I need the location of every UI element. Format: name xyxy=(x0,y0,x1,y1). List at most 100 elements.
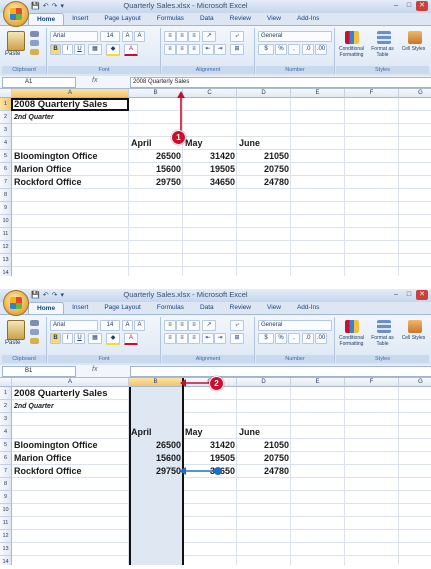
tab-data[interactable]: Data xyxy=(192,13,222,25)
value-cell-1-1[interactable]: 19505 xyxy=(183,452,235,465)
orientation-icon[interactable]: ↗ xyxy=(202,320,216,331)
value-cell-0-2[interactable]: 21050 xyxy=(237,150,289,163)
tab-view[interactable]: View xyxy=(259,302,289,314)
formula-input[interactable]: 2008 Quarterly Sales xyxy=(130,77,431,88)
value-cell-1-2[interactable]: 20750 xyxy=(237,163,289,176)
grow-font-icon[interactable]: A xyxy=(122,320,133,331)
column-header-f[interactable]: F xyxy=(345,378,399,387)
conditional-formatting-icon[interactable] xyxy=(345,31,359,44)
value-cell-0-0[interactable]: 26500 xyxy=(129,439,181,452)
row-header-6[interactable]: 6 xyxy=(0,452,12,465)
orientation-icon[interactable]: ↗ xyxy=(202,31,216,42)
column-header-a[interactable]: A xyxy=(12,378,129,387)
font-color-icon[interactable]: A xyxy=(124,333,138,345)
number-format-dropdown[interactable]: General xyxy=(258,31,332,42)
format-painter-icon[interactable] xyxy=(30,338,39,344)
paste-icon[interactable] xyxy=(7,31,25,51)
row-header-1[interactable]: 1 xyxy=(0,387,12,400)
align-left-icon[interactable]: ≡ xyxy=(164,333,176,344)
tab-review[interactable]: Review xyxy=(222,302,259,314)
row-header-8[interactable]: 8 xyxy=(0,189,12,202)
tab-home[interactable]: Home xyxy=(28,302,65,314)
name-box[interactable]: B1 xyxy=(2,366,76,377)
row-header-7[interactable]: 7 xyxy=(0,465,12,478)
tab-home[interactable]: Home xyxy=(28,13,65,25)
merge-center-icon[interactable]: ⊞ xyxy=(230,333,244,344)
align-bottom-icon[interactable]: ≡ xyxy=(188,31,200,42)
tab-review[interactable]: Review xyxy=(222,13,259,25)
increase-decimal-icon[interactable]: .0 xyxy=(302,333,314,344)
tab-page-layout[interactable]: Page Layout xyxy=(96,302,149,314)
align-right-icon[interactable]: ≡ xyxy=(188,44,200,55)
row-header-6[interactable]: 6 xyxy=(0,163,12,176)
value-cell-1-0[interactable]: 15600 xyxy=(129,163,181,176)
value-cell-0-0[interactable]: 26500 xyxy=(129,150,181,163)
comma-icon[interactable]: , xyxy=(288,44,300,55)
cell-styles-button[interactable]: Cell Styles xyxy=(398,335,429,341)
close-button[interactable]: ✕ xyxy=(416,1,428,11)
row-header-4[interactable]: 4 xyxy=(0,137,12,150)
month-header-2[interactable]: June xyxy=(239,426,260,439)
month-header-0[interactable]: April xyxy=(131,426,152,439)
shrink-font-icon[interactable]: A xyxy=(134,31,145,42)
office-button[interactable] xyxy=(3,290,29,316)
merge-center-icon[interactable]: ⊞ xyxy=(230,44,244,55)
bold-icon[interactable]: B xyxy=(50,44,61,55)
font-size-dropdown[interactable]: 14 xyxy=(100,320,120,331)
row-header-13[interactable]: 13 xyxy=(0,543,12,556)
column-header-b[interactable]: B xyxy=(129,378,183,387)
row-header-11[interactable]: 11 xyxy=(0,517,12,530)
decrease-indent-icon[interactable]: ⇤ xyxy=(202,44,214,55)
align-right-icon[interactable]: ≡ xyxy=(188,333,200,344)
row-header-4[interactable]: 4 xyxy=(0,426,12,439)
italic-icon[interactable]: I xyxy=(62,333,73,344)
close-button[interactable]: ✕ xyxy=(416,290,428,300)
underline-icon[interactable]: U xyxy=(74,44,85,55)
value-cell-2-2[interactable]: 24780 xyxy=(237,465,289,478)
maximize-button[interactable]: □ xyxy=(403,290,415,300)
tab-page-layout[interactable]: Page Layout xyxy=(96,13,149,25)
row-header-9[interactable]: 9 xyxy=(0,491,12,504)
row-header-2[interactable]: 2 xyxy=(0,111,12,124)
month-header-1[interactable]: May xyxy=(185,137,203,150)
row-header-8[interactable]: 8 xyxy=(0,478,12,491)
shrink-font-icon[interactable]: A xyxy=(134,320,145,331)
column-header-e[interactable]: E xyxy=(291,378,345,387)
sheet-subtitle[interactable]: 2nd Quarter xyxy=(14,400,54,413)
row-header-12[interactable]: 12 xyxy=(0,241,12,254)
column-header-d[interactable]: D xyxy=(237,89,291,98)
tab-view[interactable]: View xyxy=(259,13,289,25)
row-label-1[interactable]: Marion Office xyxy=(14,163,72,176)
value-cell-2-2[interactable]: 24780 xyxy=(237,176,289,189)
value-cell-1-0[interactable]: 15600 xyxy=(129,452,181,465)
font-color-icon[interactable]: A xyxy=(124,44,138,56)
conditional-formatting-button[interactable]: Conditional Formatting xyxy=(336,335,367,347)
align-middle-icon[interactable]: ≡ xyxy=(176,31,188,42)
month-header-2[interactable]: June xyxy=(239,137,260,150)
column-header-g[interactable]: G xyxy=(399,378,431,387)
row-header-14[interactable]: 14 xyxy=(0,556,12,565)
row-header-5[interactable]: 5 xyxy=(0,150,12,163)
tab-formulas[interactable]: Formulas xyxy=(149,13,192,25)
column-header-g[interactable]: G xyxy=(399,89,431,98)
sheet-title[interactable]: 2008 Quarterly Sales xyxy=(14,387,107,400)
value-cell-2-0[interactable]: 29750 xyxy=(129,176,181,189)
value-cell-2-1[interactable]: 34650 xyxy=(183,176,235,189)
column-resize-guide[interactable] xyxy=(182,378,184,565)
row-header-9[interactable]: 9 xyxy=(0,202,12,215)
row-header-3[interactable]: 3 xyxy=(0,124,12,137)
format-as-table-icon[interactable] xyxy=(377,320,391,333)
select-all-button[interactable] xyxy=(0,89,12,98)
decrease-decimal-icon[interactable]: .00 xyxy=(315,333,327,344)
format-as-table-icon[interactable] xyxy=(377,31,391,44)
align-center-icon[interactable]: ≡ xyxy=(176,44,188,55)
copy-icon[interactable] xyxy=(30,329,39,335)
align-top-icon[interactable]: ≡ xyxy=(164,320,176,331)
increase-indent-icon[interactable]: ⇥ xyxy=(214,333,226,344)
office-button[interactable] xyxy=(3,1,29,27)
worksheet-grid[interactable]: ABCDEFG12345678910111213142008 Quarterly… xyxy=(0,89,431,276)
wrap-text-icon[interactable]: ⤶ xyxy=(230,320,244,331)
accounting-icon[interactable]: $ xyxy=(258,333,274,344)
month-header-1[interactable]: May xyxy=(185,426,203,439)
maximize-button[interactable]: □ xyxy=(403,1,415,11)
